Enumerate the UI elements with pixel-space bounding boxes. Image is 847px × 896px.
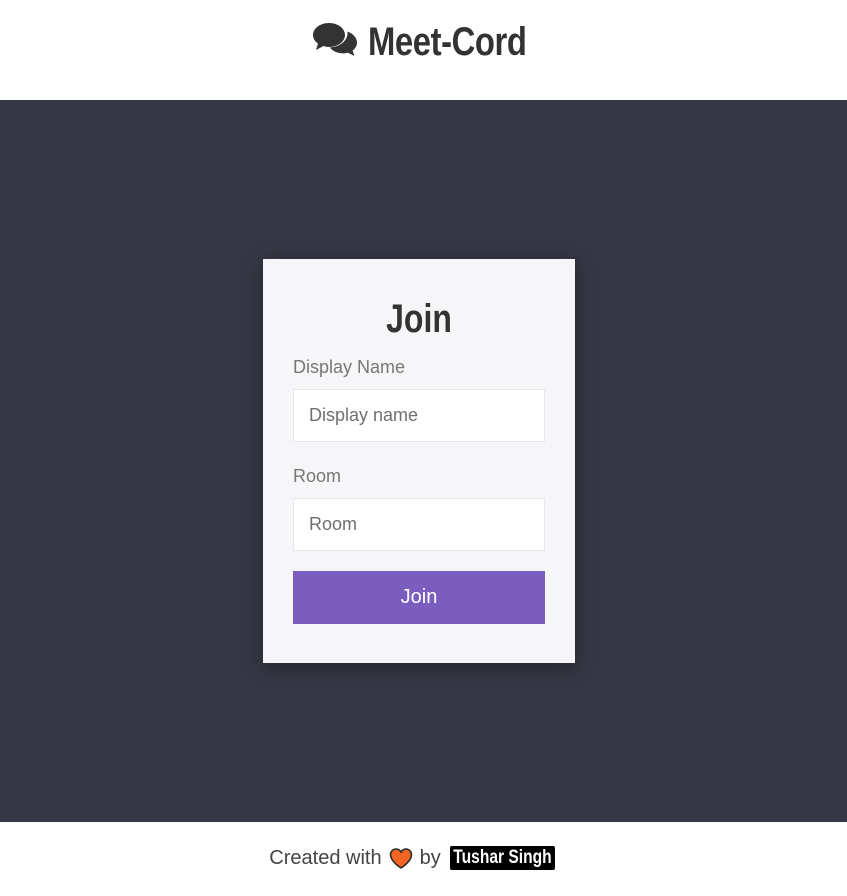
display-name-input[interactable] [293,389,545,442]
chat-bubbles-icon [312,23,357,56]
author-link[interactable]: Tushar Singh [449,846,555,870]
brand[interactable]: Meet-Cord [312,20,535,65]
site-header: Meet-Cord [0,0,847,100]
by-text: by [419,846,441,869]
join-form: Join Display Name Room Join [263,259,575,663]
room-input[interactable] [293,498,545,551]
room-label: Room [293,466,342,486]
join-button[interactable]: Join [293,571,545,624]
heart-icon [389,847,412,869]
site-footer: Created with by Tushar Singh [0,822,847,896]
display-name-label: Display Name [293,357,406,377]
footer-credit: Created with by Tushar Singh [269,846,577,870]
brand-title: Meet-Cord [367,19,527,64]
created-with-text: Created with [269,846,382,869]
main-area: Join Display Name Room Join [0,100,847,822]
form-title: Join [386,297,452,341]
